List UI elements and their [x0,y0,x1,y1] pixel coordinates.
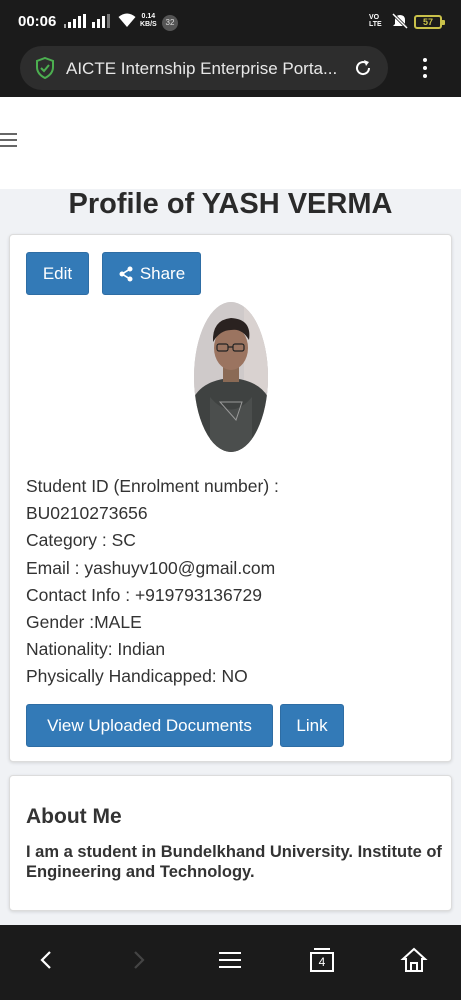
status-bar: 00:06 0.14 KB/S 32 VO LTE 57 [0,0,461,44]
nationality: Nationality: Indian [26,639,166,660]
about-heading: About Me [26,805,122,828]
browser-toolbar: AICTE Internship Enterprise Porta... [0,44,461,97]
network-speed: 0.14 KB/S [140,13,157,28]
category: Category : SC [26,530,136,551]
share-icon [119,266,133,281]
more-menu-icon[interactable] [418,56,432,80]
view-uploaded-documents-button[interactable]: View Uploaded Documents [26,704,273,747]
student-id-label: Student ID (Enrolment number) : [26,476,279,496]
tabs-icon[interactable]: 4 [307,945,337,975]
signal-icon [64,14,86,28]
tab-count: 4 [318,955,326,969]
profile-photo [194,302,268,452]
reload-icon[interactable] [353,58,373,78]
student-id-value: BU0210273656 [26,503,148,524]
signal-icon-2 [92,14,110,28]
menu-icon[interactable] [215,945,245,975]
back-icon[interactable] [32,945,62,975]
avatar [194,302,268,452]
physically-handicapped: Physically Handicapped: NO [26,666,248,687]
forward-icon[interactable] [123,945,153,975]
page-header [0,97,461,189]
page-content: Profile of YASH VERMA Edit Share Student… [0,97,461,925]
mute-icon [392,13,408,29]
hamburger-icon[interactable] [0,133,17,147]
page-title-in-address-bar: AICTE Internship Enterprise Porta... [66,59,338,78]
volte-indicator: VO LTE [369,14,382,28]
address-bar[interactable]: AICTE Internship Enterprise Porta... [20,46,388,90]
secure-shield-icon [36,57,54,79]
email: Email : yashuyv100@gmail.com [26,557,276,578]
link-button[interactable]: Link [280,704,344,747]
profile-card: Edit Share Student ID (Enrolment number)… [9,234,452,762]
about-text: I am a student in Bundelkhand University… [26,843,442,881]
battery-icon: 57 [414,15,445,29]
student-info: Student ID (Enrolment number) : BU021027… [26,473,446,691]
status-time: 00:06 [18,13,57,30]
about-card: About Me I am a student in Bundelkhand U… [9,775,452,911]
share-button[interactable]: Share [102,252,201,295]
share-button-label: Share [139,263,186,283]
notification-count-badge: 32 [162,15,178,31]
gender: Gender :MALE [26,612,142,633]
browser-bottom-nav: 4 [0,925,461,1000]
edit-button[interactable]: Edit [26,252,89,295]
page-title: Profile of YASH VERMA [68,188,393,220]
contact-info: Contact Info : +919793136729 [26,584,262,605]
home-icon[interactable] [399,945,429,975]
wifi-icon [118,13,136,27]
